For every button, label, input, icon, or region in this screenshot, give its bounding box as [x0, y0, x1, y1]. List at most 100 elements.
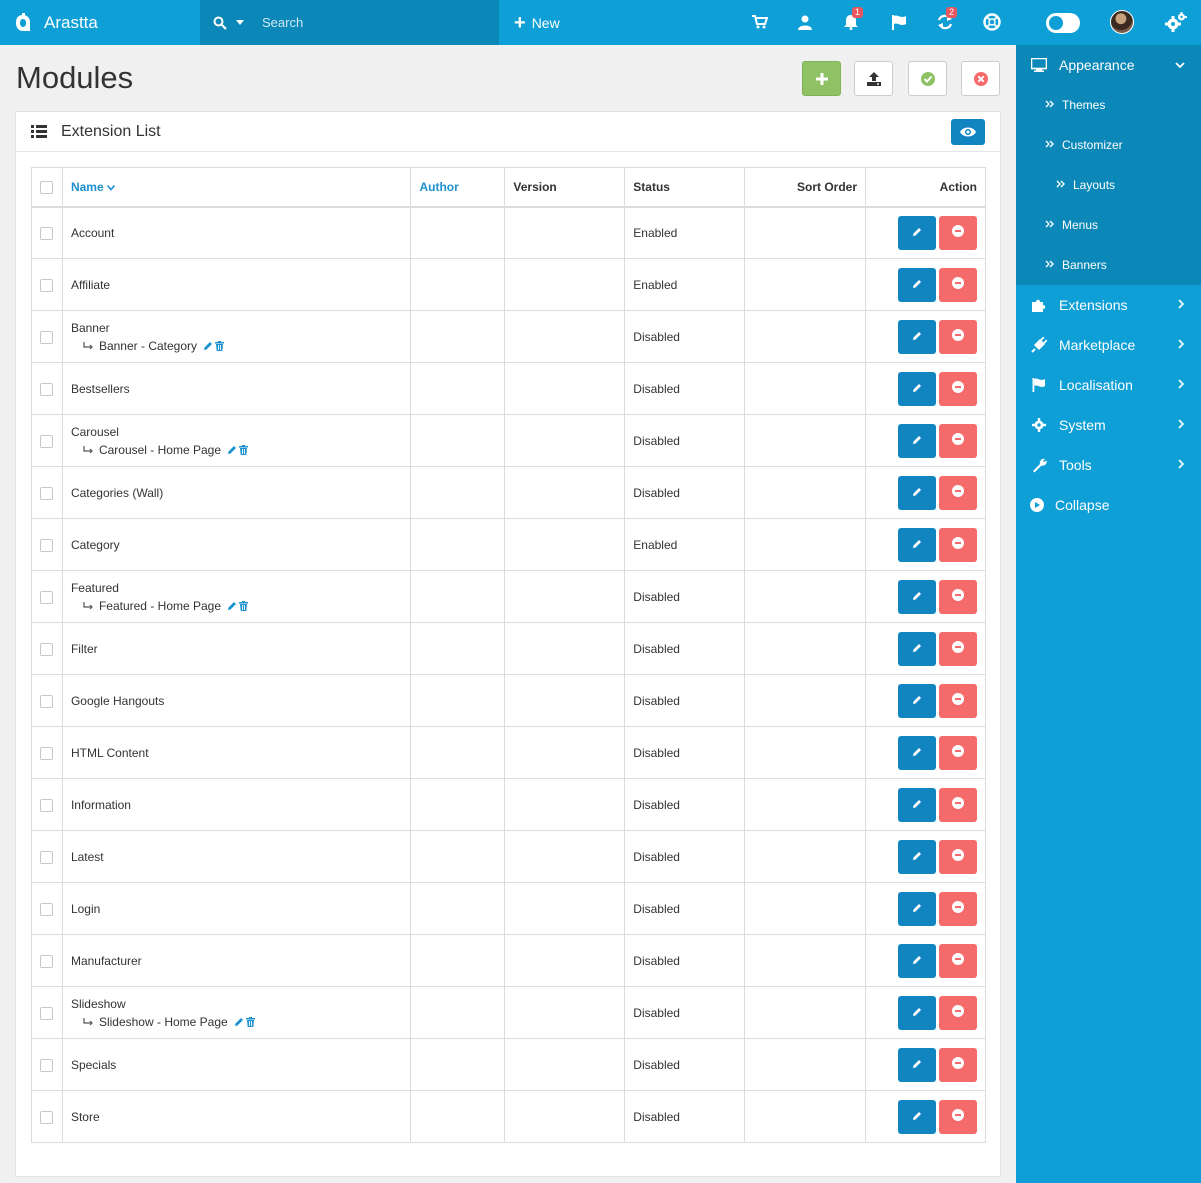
- edit-button[interactable]: [898, 423, 936, 458]
- row-checkbox[interactable]: [40, 330, 54, 344]
- row-checkbox[interactable]: [40, 382, 54, 396]
- edit-button[interactable]: [898, 839, 936, 874]
- row-checkbox[interactable]: [40, 1110, 54, 1124]
- sidebar-item-appearance[interactable]: Appearance: [1016, 45, 1201, 85]
- edit-pencil-icon[interactable]: [234, 1017, 244, 1027]
- uninstall-button[interactable]: [939, 371, 977, 406]
- view-toggle-button[interactable]: [951, 119, 985, 145]
- trash-icon[interactable]: [245, 1016, 255, 1027]
- edit-button[interactable]: [898, 787, 936, 822]
- row-checkbox[interactable]: [40, 434, 54, 448]
- row-checkbox[interactable]: [40, 642, 54, 656]
- row-checkbox[interactable]: [40, 746, 54, 760]
- refresh-icon[interactable]: 2: [935, 7, 957, 32]
- name-column-header[interactable]: Name: [61, 167, 412, 208]
- row-checkbox[interactable]: [40, 954, 54, 968]
- uninstall-button[interactable]: [939, 735, 977, 770]
- add-module-button[interactable]: [802, 61, 841, 96]
- settings-gears-icon[interactable]: [1165, 12, 1187, 32]
- uninstall-button[interactable]: [939, 683, 977, 718]
- edit-button[interactable]: [898, 735, 936, 770]
- edit-pencil-icon[interactable]: [203, 341, 213, 351]
- sidebar-item-localisation[interactable]: Localisation: [1016, 365, 1201, 405]
- edit-button[interactable]: [898, 579, 936, 614]
- support-lifebuoy-icon[interactable]: [982, 12, 1002, 32]
- uninstall-button[interactable]: [939, 267, 977, 302]
- trash-icon[interactable]: [239, 600, 249, 611]
- row-checkbox[interactable]: [40, 850, 54, 864]
- uninstall-button[interactable]: [939, 1099, 977, 1134]
- edit-button[interactable]: [898, 995, 936, 1030]
- module-instance-name[interactable]: Featured - Home Page: [99, 599, 221, 613]
- uninstall-button[interactable]: [939, 215, 977, 250]
- user-icon[interactable]: [795, 12, 815, 32]
- sidebar-subitem-menus[interactable]: Menus: [1016, 205, 1201, 245]
- edit-button[interactable]: [898, 1099, 936, 1134]
- new-button[interactable]: + New: [514, 0, 560, 45]
- edit-button[interactable]: [898, 1047, 936, 1082]
- row-checkbox[interactable]: [40, 278, 54, 292]
- cart-icon[interactable]: [750, 12, 770, 32]
- author-column-header[interactable]: Author: [410, 167, 506, 208]
- sidebar-toggle-switch[interactable]: [1046, 13, 1080, 33]
- search-icon[interactable]: [213, 16, 227, 30]
- search-input[interactable]: [262, 15, 462, 30]
- sidebar-subitem-themes[interactable]: Themes: [1016, 85, 1201, 125]
- row-checkbox[interactable]: [40, 590, 54, 604]
- select-all-checkbox[interactable]: [40, 180, 54, 194]
- edit-pencil-icon[interactable]: [227, 601, 237, 611]
- edit-button[interactable]: [898, 683, 936, 718]
- sidebar-item-extensions[interactable]: Extensions: [1016, 285, 1201, 325]
- brand[interactable]: Arastta: [0, 0, 200, 45]
- module-instance-name[interactable]: Slideshow - Home Page: [99, 1015, 228, 1029]
- sidebar-subitem-banners[interactable]: Banners: [1016, 245, 1201, 285]
- sidebar-subitem-layouts[interactable]: Layouts: [1016, 165, 1201, 205]
- row-checkbox[interactable]: [40, 1058, 54, 1072]
- row-checkbox[interactable]: [40, 694, 54, 708]
- sidebar-subitem-customizer[interactable]: Customizer: [1016, 125, 1201, 165]
- uninstall-button[interactable]: [939, 319, 977, 354]
- uninstall-button[interactable]: [939, 579, 977, 614]
- sidebar-item-tools[interactable]: Tools: [1016, 445, 1201, 485]
- edit-button[interactable]: [898, 943, 936, 978]
- uninstall-button[interactable]: [939, 891, 977, 926]
- uninstall-button[interactable]: [939, 839, 977, 874]
- edit-button[interactable]: [898, 371, 936, 406]
- module-instance-name[interactable]: Banner - Category: [99, 339, 197, 353]
- flag-icon[interactable]: [889, 12, 909, 32]
- uninstall-button[interactable]: [939, 995, 977, 1030]
- module-instance-name[interactable]: Carousel - Home Page: [99, 443, 221, 457]
- sidebar-item-system[interactable]: System: [1016, 405, 1201, 445]
- edit-button[interactable]: [898, 475, 936, 510]
- row-checkbox[interactable]: [40, 538, 54, 552]
- uninstall-button[interactable]: [939, 527, 977, 562]
- uninstall-button[interactable]: [939, 943, 977, 978]
- enable-button[interactable]: [908, 61, 947, 96]
- edit-button[interactable]: [898, 891, 936, 926]
- search-dropdown-caret-icon[interactable]: [236, 20, 244, 25]
- trash-icon[interactable]: [239, 444, 249, 455]
- row-checkbox[interactable]: [40, 902, 54, 916]
- row-checkbox[interactable]: [40, 1006, 54, 1020]
- uninstall-button[interactable]: [939, 787, 977, 822]
- edit-button[interactable]: [898, 527, 936, 562]
- row-checkbox[interactable]: [40, 798, 54, 812]
- sidebar-collapse-button[interactable]: Collapse: [1016, 485, 1201, 525]
- uninstall-button[interactable]: [939, 631, 977, 666]
- uninstall-button[interactable]: [939, 423, 977, 458]
- avatar[interactable]: [1110, 10, 1134, 34]
- upload-button[interactable]: [854, 61, 893, 96]
- sidebar-item-marketplace[interactable]: Marketplace: [1016, 325, 1201, 365]
- edit-pencil-icon[interactable]: [227, 445, 237, 455]
- disable-button[interactable]: [961, 61, 1000, 96]
- row-checkbox[interactable]: [40, 486, 54, 500]
- edit-button[interactable]: [898, 267, 936, 302]
- row-checkbox[interactable]: [40, 226, 54, 240]
- uninstall-button[interactable]: [939, 1047, 977, 1082]
- edit-button[interactable]: [898, 319, 936, 354]
- edit-button[interactable]: [898, 631, 936, 666]
- edit-button[interactable]: [898, 215, 936, 250]
- notifications-bell-icon[interactable]: 1: [841, 7, 863, 32]
- trash-icon[interactable]: [215, 340, 225, 351]
- uninstall-button[interactable]: [939, 475, 977, 510]
